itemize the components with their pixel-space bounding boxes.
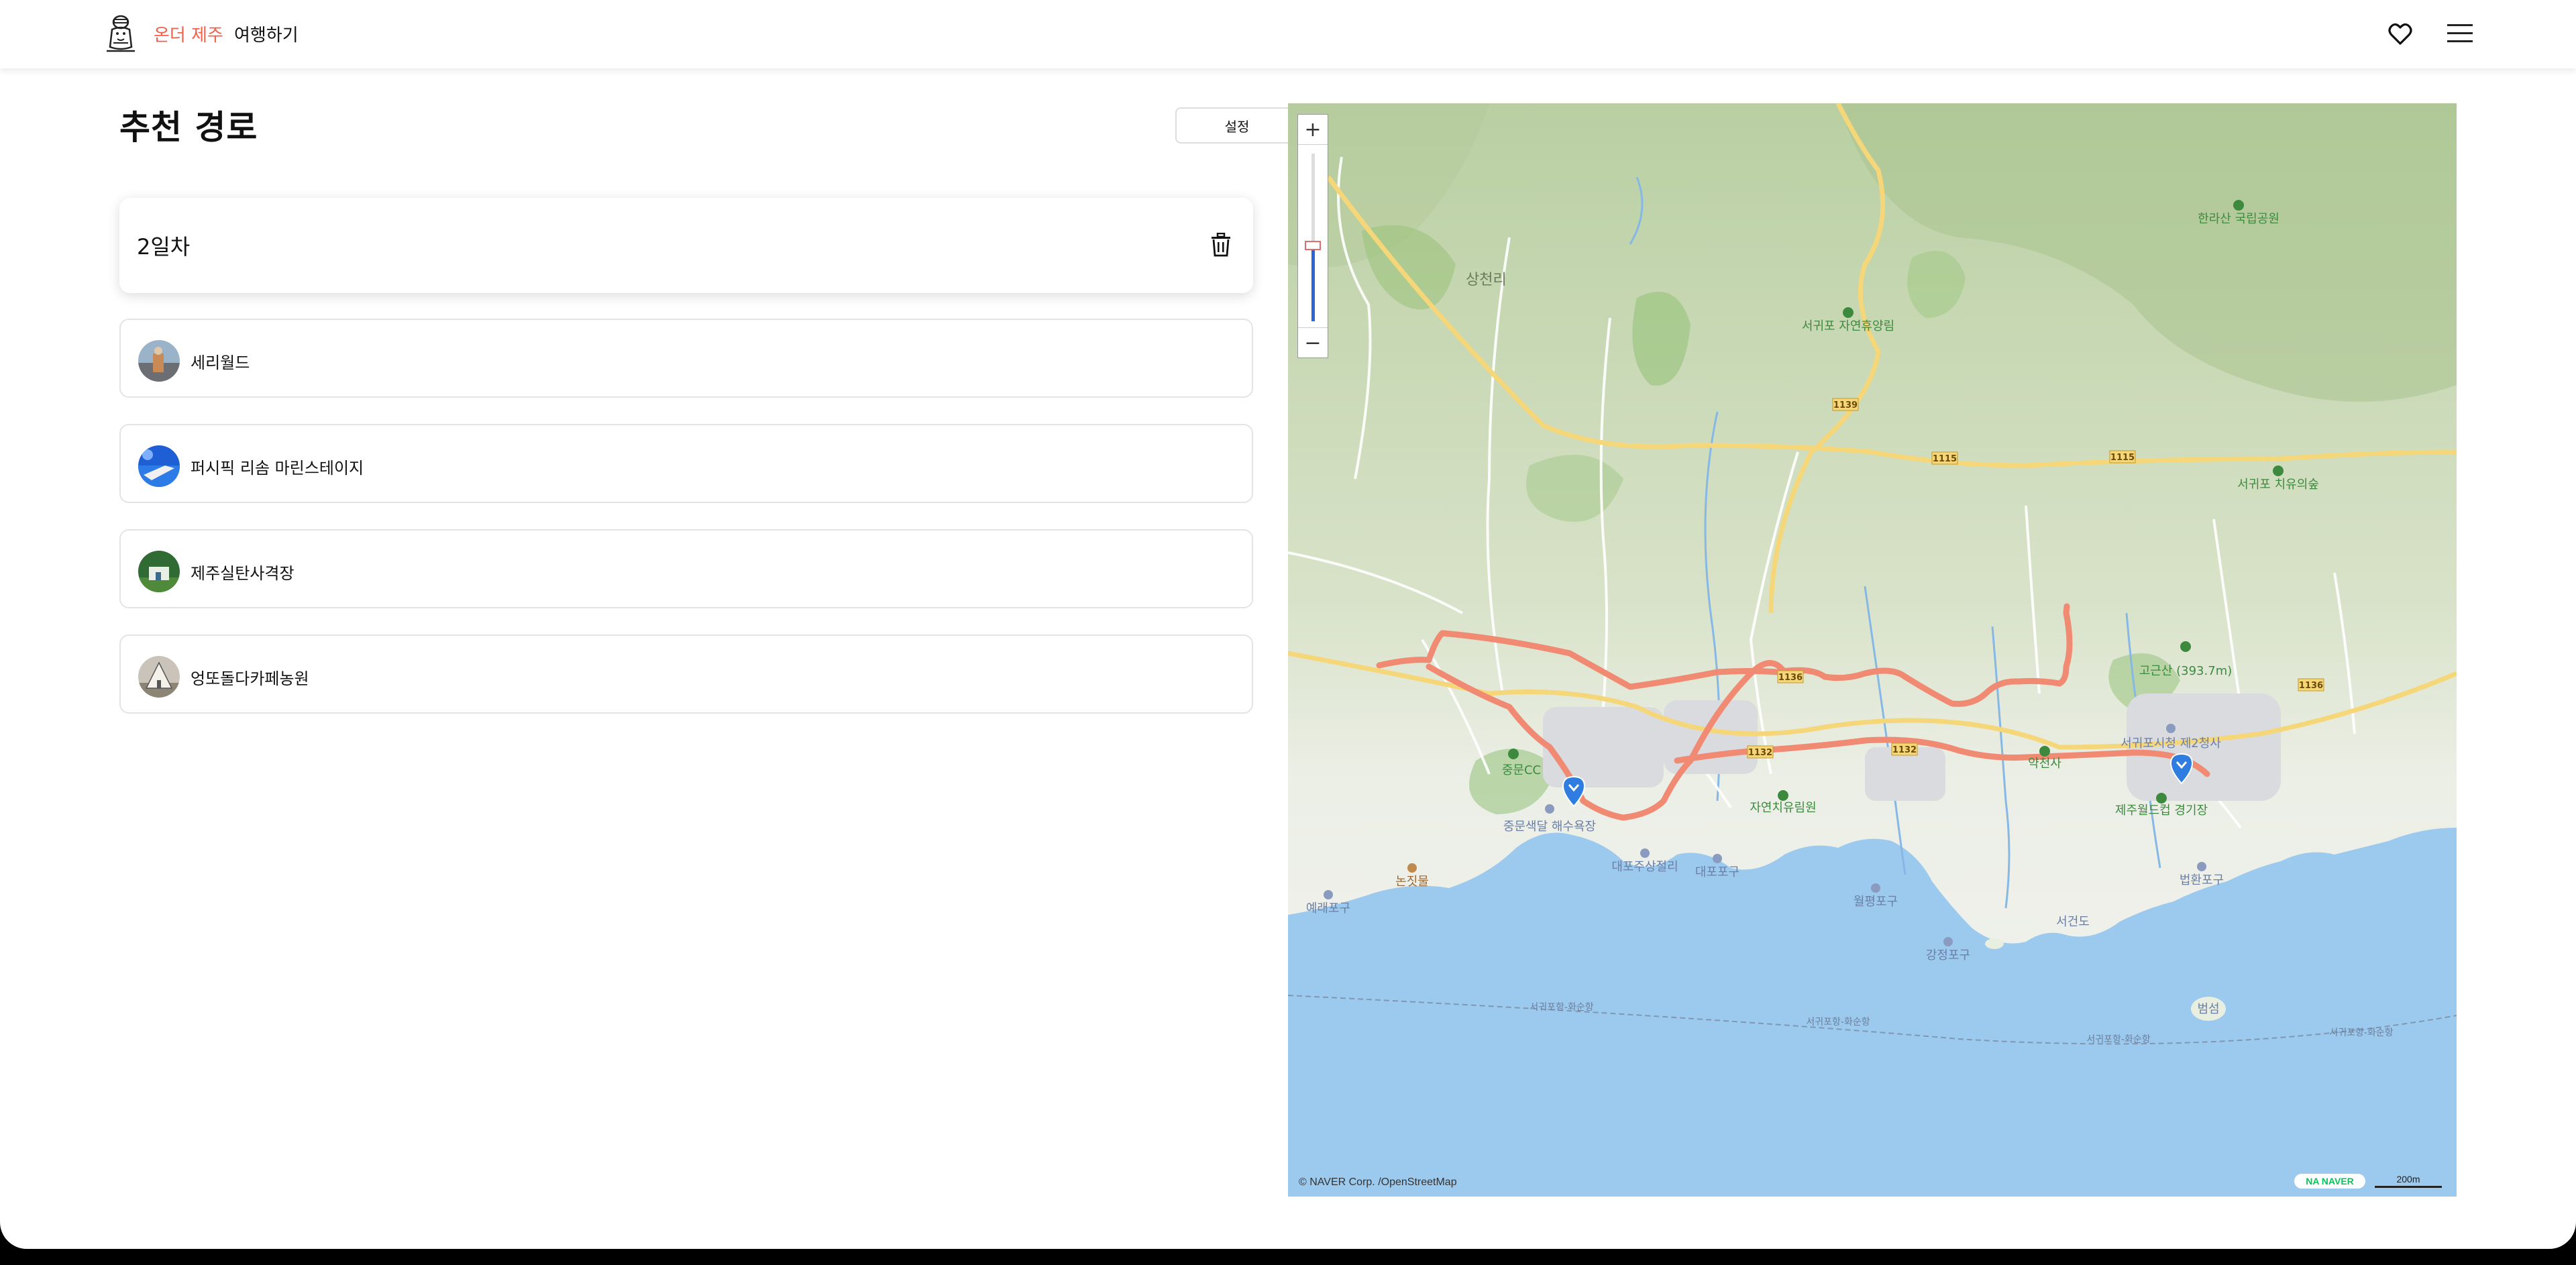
map-label: 약천사 [2028, 757, 2061, 771]
place-thumbnail [138, 551, 180, 592]
road-badge: 1136 [1778, 673, 1803, 683]
page: 온더 제주 여행하기 추천 경로 설정 2일차 세리월드 퍼시픽 리솜 마린스테… [0, 0, 2576, 1249]
place-thumbnail [138, 340, 180, 382]
page-title: 추천 경로 [119, 108, 258, 147]
naver-logo[interactable]: NA NAVER [2294, 1174, 2365, 1189]
map-label: 예래포구 [1306, 901, 1350, 916]
map-label: 중문색달 해수욕장 [1503, 820, 1596, 834]
road-badge: 1132 [1892, 745, 1917, 755]
map-scale: 200m [2375, 1173, 2442, 1188]
map-label: 대포포구 [1695, 865, 1739, 879]
day-label: 2일차 [137, 234, 191, 260]
map-label: 서귀포 자연휴양림 [1802, 319, 1894, 333]
zoom-slider-handle[interactable] [1305, 241, 1321, 250]
sea-area [1288, 828, 2457, 1197]
map-label: 상천리 [1466, 272, 1507, 288]
zoom-level-fill [1311, 249, 1315, 321]
place-name: 제주실탄사격장 [191, 564, 294, 583]
zoom-control: + − [1297, 114, 1328, 358]
dol-hareubang-logo[interactable] [103, 15, 139, 54]
place-item[interactable]: 엉또돌다카페농원 [119, 635, 1253, 714]
map-label: 서귀포항-화순항 [2329, 1028, 2393, 1038]
map-label: 서건도 [2056, 915, 2090, 929]
map-label: 강정포구 [1926, 948, 1970, 963]
route-map[interactable]: 1139 1115 1115 1136 1136 1132 1132 상천리 서… [1288, 103, 2457, 1197]
map-label: 중문CC [1502, 763, 1541, 777]
zoom-in-button[interactable]: + [1298, 115, 1328, 145]
map-label: 한라산 국립공원 [2198, 212, 2279, 226]
map-label: 자연치유림원 [1750, 801, 1816, 815]
map-label: 범섬 [2197, 1002, 2219, 1016]
road-badge: 1139 [1833, 400, 1858, 410]
map-label: 월평포구 [1854, 895, 1898, 909]
map-label: 서귀포시청 제2청사 [2121, 736, 2221, 751]
map-label: 논짓물 [1395, 875, 1429, 889]
map-canvas: 1139 1115 1115 1136 1136 1132 1132 상천리 서… [1288, 103, 2457, 1197]
place-thumbnail [138, 445, 180, 487]
road-badge: 1115 [1933, 454, 1957, 464]
map-label: 서귀포 치유의숲 [2237, 478, 2319, 492]
heart-icon[interactable] [2388, 23, 2412, 46]
place-name: 퍼시픽 리솜 마린스테이지 [191, 459, 364, 478]
map-label: 대포주상절리 [1611, 860, 1678, 874]
hamburger-menu-icon[interactable] [2447, 23, 2473, 44]
road-badge: 1115 [2110, 453, 2135, 463]
brand-link[interactable]: 온더 제주 [154, 21, 223, 46]
map-attribution[interactable]: © NAVER Corp. /OpenStreetMap [1299, 1176, 1457, 1189]
map-label: 서귀포항-화순항 [1806, 1017, 1870, 1028]
place-thumbnail [138, 656, 180, 698]
map-label: 제주월드컵 경기장 [2115, 804, 2208, 818]
zoom-out-button[interactable]: − [1298, 327, 1328, 358]
map-label: 서귀포항-화순항 [1529, 1002, 1593, 1013]
trash-icon[interactable] [1211, 232, 1231, 257]
place-item[interactable]: 제주실탄사격장 [119, 529, 1253, 608]
place-item[interactable]: 세리월드 [119, 319, 1253, 398]
place-name: 세리월드 [191, 353, 250, 372]
top-header: 온더 제주 여행하기 [0, 0, 2576, 68]
map-label: 서귀포항-화순항 [2086, 1034, 2150, 1045]
nav-travel-link[interactable]: 여행하기 [234, 21, 299, 46]
settings-button[interactable]: 설정 [1175, 107, 1299, 144]
map-label: 고근산 (393.7m) [2139, 664, 2233, 678]
map-label: 법환포구 [2180, 873, 2224, 887]
road-badge: 1132 [1748, 748, 1772, 758]
place-name: 엉또돌다카페농원 [191, 669, 309, 688]
island-seogeondo [1985, 938, 2004, 949]
poi-dot [1407, 863, 1417, 873]
place-item[interactable]: 퍼시픽 리솜 마린스테이지 [119, 424, 1253, 503]
road-badge: 1136 [2299, 681, 2323, 691]
day-card: 2일차 [119, 198, 1253, 293]
